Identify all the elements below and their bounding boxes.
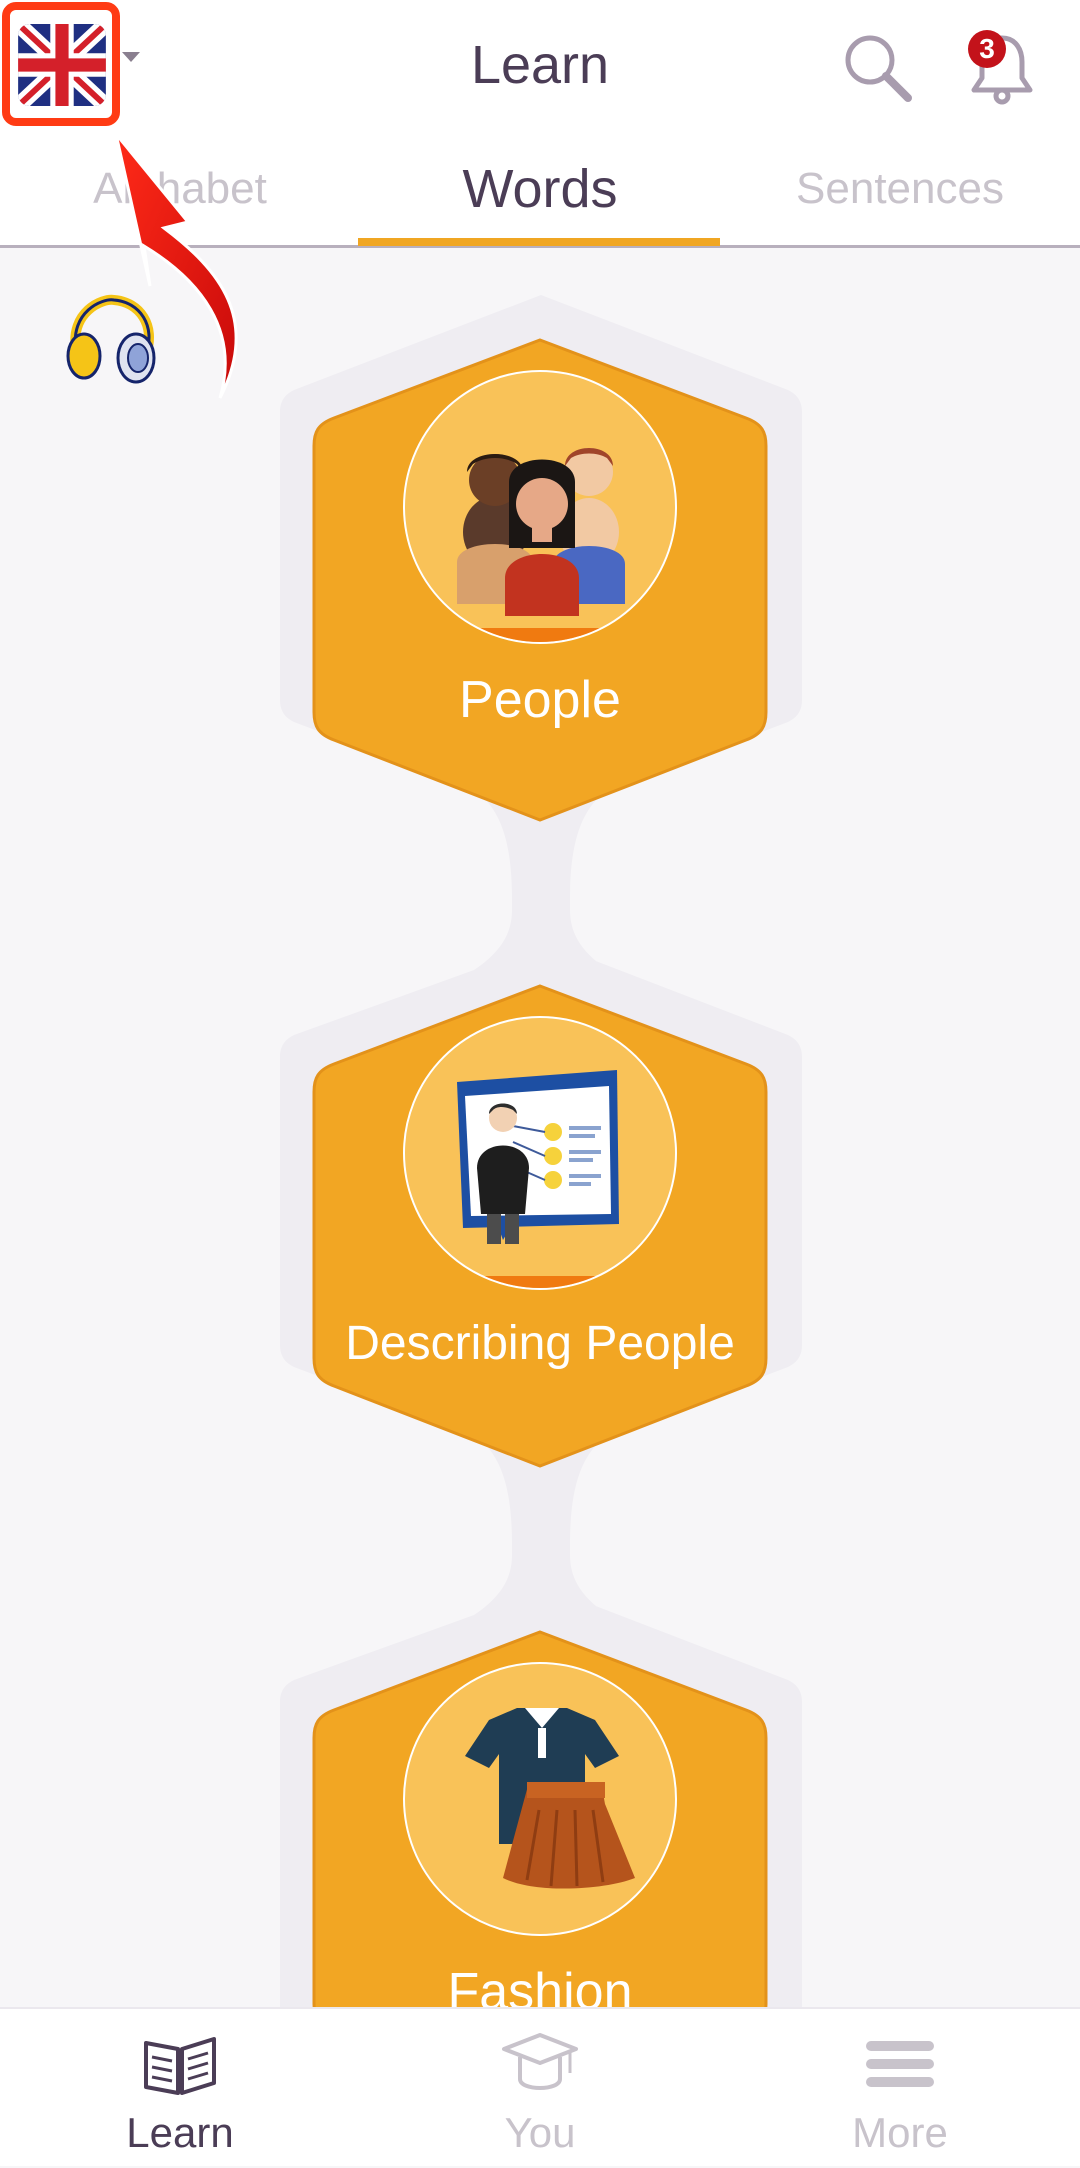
- lesson-image-circle: [403, 1016, 677, 1290]
- graduation-cap-icon: [502, 2033, 578, 2090]
- notification-badge: 3: [968, 30, 1006, 68]
- active-tab-indicator: [358, 238, 720, 246]
- lesson-image-circle: [403, 370, 677, 644]
- search-icon[interactable]: [840, 30, 916, 106]
- clothing-icon: [465, 1708, 635, 1889]
- nav-more[interactable]: More: [720, 2009, 1080, 2168]
- people-group-icon: [405, 448, 675, 642]
- open-book-icon: [144, 2037, 216, 2095]
- lesson-card-people[interactable]: People: [310, 336, 770, 824]
- presentation-board-icon: [405, 1070, 675, 1288]
- page-title: Learn: [470, 35, 610, 95]
- nav-you[interactable]: You: [360, 2009, 720, 2168]
- bottom-navigation: Learn You More: [0, 2007, 1080, 2166]
- nav-label: Learn: [126, 2109, 234, 2156]
- nav-learn[interactable]: Learn: [0, 2009, 360, 2168]
- tab-sentences[interactable]: Sentences: [720, 164, 1080, 214]
- nav-label: More: [852, 2109, 948, 2156]
- app-header: Learn 3: [0, 0, 1080, 130]
- nav-label: You: [504, 2109, 576, 2156]
- menu-icon: [866, 2041, 934, 2087]
- lesson-title: People: [459, 671, 621, 729]
- lesson-title: Describing People: [345, 1317, 735, 1370]
- tab-words[interactable]: Words: [360, 158, 720, 220]
- lesson-card-describing-people[interactable]: Describing People: [310, 982, 770, 1470]
- lesson-image-circle: [403, 1662, 677, 1936]
- headphones-icon[interactable]: [62, 292, 158, 388]
